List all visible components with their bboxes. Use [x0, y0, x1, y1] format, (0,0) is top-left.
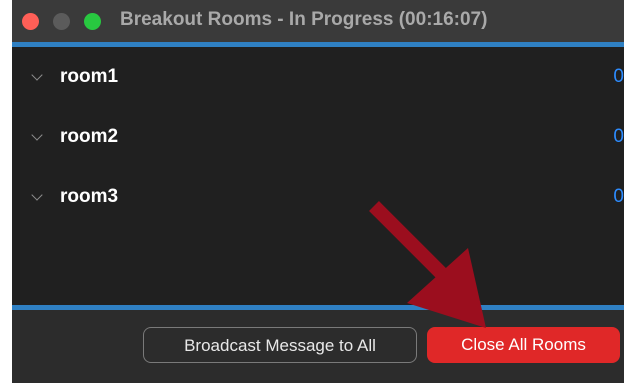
chevron-down-icon[interactable]: [31, 189, 43, 201]
broadcast-message-button[interactable]: Broadcast Message to All: [143, 327, 417, 363]
maximize-window-button[interactable]: [84, 13, 101, 30]
minimize-window-button[interactable]: [53, 13, 70, 30]
rooms-list: room1 0 room2 0 room3 0: [12, 47, 624, 305]
close-all-rooms-button[interactable]: Close All Rooms: [427, 327, 620, 363]
room-name: room3: [60, 186, 119, 207]
window-title: Breakout Rooms - In Progress (00:16:07): [120, 9, 488, 30]
chevron-down-icon[interactable]: [31, 69, 43, 81]
room-row[interactable]: room3 0: [12, 177, 624, 217]
breakout-rooms-window: Breakout Rooms - In Progress (00:16:07) …: [12, 0, 624, 383]
room-participant-count: 0: [613, 186, 624, 207]
title-bar[interactable]: Breakout Rooms - In Progress (00:16:07): [12, 0, 624, 42]
room-participant-count: 0: [613, 126, 624, 147]
close-window-button[interactable]: [22, 13, 39, 30]
room-name: room2: [60, 126, 119, 147]
room-name: room1: [60, 66, 119, 87]
chevron-down-icon[interactable]: [31, 129, 43, 141]
room-participant-count: 0: [613, 66, 624, 87]
footer-bar: Broadcast Message to All Close All Rooms: [12, 310, 624, 383]
room-row[interactable]: room1 0: [12, 57, 624, 97]
room-row[interactable]: room2 0: [12, 117, 624, 157]
